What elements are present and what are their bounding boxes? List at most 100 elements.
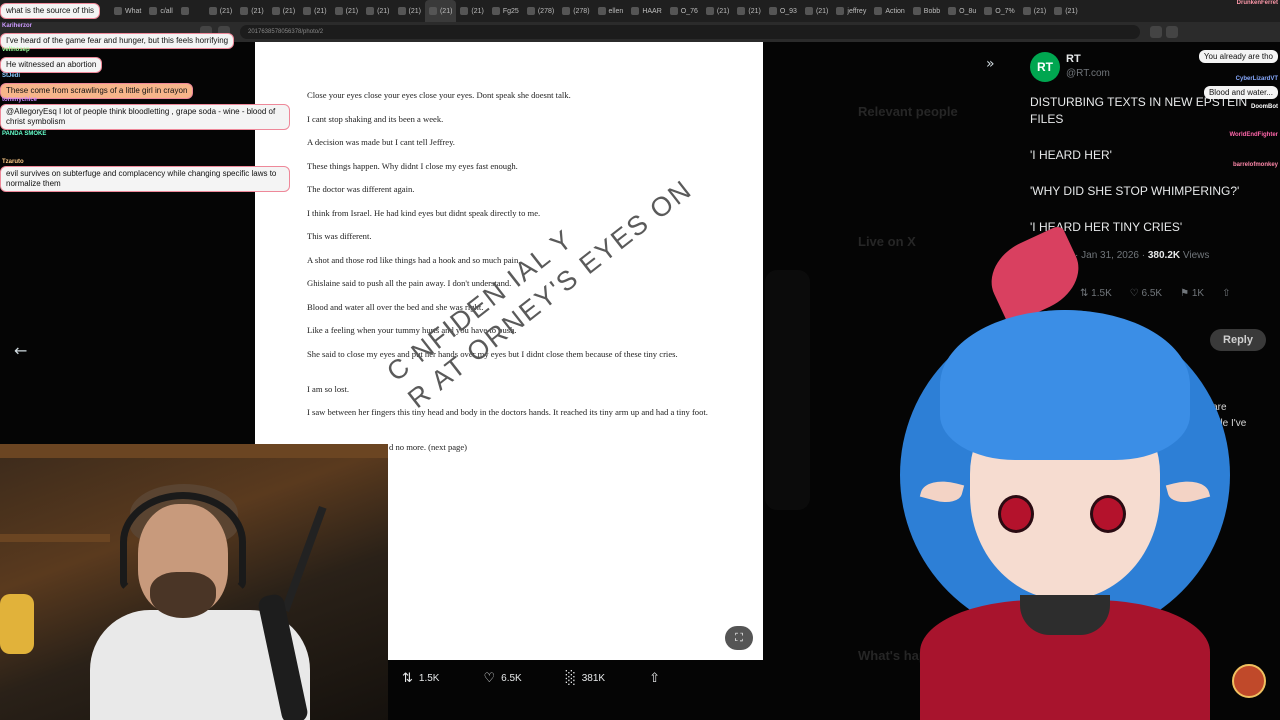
browser-tab[interactable]: (278) (558, 0, 593, 22)
chat-message-text: evil survives on subterfuge and complace… (0, 166, 290, 192)
chat-message: DoomBot (1251, 104, 1278, 110)
tab-label: O_93 (779, 7, 797, 15)
tab-favicon-icon (397, 7, 406, 15)
tab-favicon-icon (669, 7, 678, 15)
vtuber-bangs (940, 310, 1190, 460)
chat-username: Kariherzor (2, 23, 33, 29)
chat-username: CyberLizardVT (1235, 76, 1278, 82)
browser-tab[interactable]: (21) (702, 0, 733, 22)
browser-tab[interactable]: (21) (394, 0, 425, 22)
like-button[interactable]: ♡ 6.5K (483, 671, 521, 686)
chat-username: PANDA SMOKE (2, 131, 47, 137)
browser-tab[interactable]: HAAR (627, 0, 665, 22)
chat-message: You already are tho (1198, 46, 1278, 64)
tab-label: Bobb (923, 7, 941, 15)
chat-message-text: You already are tho (1198, 50, 1278, 63)
tab-label: (21) (471, 7, 484, 15)
share-button[interactable]: ⇧ (649, 671, 660, 686)
document-line: Close your eyes close your eyes close yo… (307, 90, 571, 100)
browser-tab[interactable]: Fg25 (488, 0, 523, 22)
tab-favicon-icon (1022, 7, 1031, 15)
tab-label: jeffrey (847, 7, 867, 15)
browser-tab[interactable]: (21) (424, 0, 457, 22)
avatar[interactable]: RT (1030, 52, 1060, 82)
tab-label: (21) (439, 7, 453, 15)
chat-username: WorldEndFighter (1229, 132, 1278, 138)
tab-label: (21) (377, 7, 390, 15)
tab-favicon-icon (460, 7, 469, 15)
browser-tab[interactable]: (21) (1019, 0, 1050, 22)
author-name[interactable]: RT (1066, 53, 1081, 65)
headphones (120, 492, 246, 592)
browser-tab[interactable]: O_7% (980, 0, 1018, 22)
browser-tab[interactable]: jeffrey (832, 0, 870, 22)
tab-favicon-icon (705, 7, 714, 15)
tab-favicon-icon (491, 7, 500, 15)
tab-label: (278) (573, 7, 590, 15)
browser-tab[interactable]: (21) (1050, 0, 1081, 22)
chat-username: DoomBot (1251, 104, 1278, 110)
chat-username: vellnosep (2, 47, 30, 53)
chat-message: what is the source of this (0, 0, 101, 19)
collapse-panel-icon[interactable]: » (986, 56, 995, 72)
chat-message: DrunkenFerret (1237, 0, 1278, 6)
browser-tab[interactable]: ellen (594, 0, 628, 22)
plush-toy (0, 594, 34, 654)
browser-tab[interactable]: Action (870, 0, 908, 22)
tab-label: O_76 (680, 7, 698, 15)
browser-tab[interactable]: (21) (362, 0, 393, 22)
mic-arm (281, 505, 327, 613)
tab-label: (21) (815, 7, 829, 15)
share-icon: ⇧ (649, 670, 660, 686)
extension-icon[interactable] (1150, 26, 1162, 38)
chat-message-text: what is the source of this (0, 3, 101, 19)
relevant-people-heading: Relevant people (858, 104, 958, 119)
browser-tab[interactable]: (21) (299, 0, 330, 22)
chat-message: StJedi These come from scrawlings of a li… (0, 72, 194, 99)
repost-button[interactable]: ⇅ 1.5K (402, 671, 439, 686)
address-input[interactable]: 2017638578056378/photo/2 (240, 25, 1140, 39)
chat-message: Kariherzor I've heard of the game fear an… (0, 22, 235, 49)
views-button[interactable]: ░ 381K (566, 671, 605, 686)
vtuber-avatar (880, 224, 1250, 720)
small-avatar-badge (1232, 664, 1266, 698)
tab-label: (21) (1033, 7, 1047, 15)
browser-tab[interactable]: O_76 (666, 0, 702, 22)
document-line: I am so lost. (307, 383, 350, 394)
chat-username: tommychice (2, 97, 38, 103)
repost-count: 1.5K (418, 672, 440, 684)
tab-favicon-icon (874, 7, 883, 15)
vtuber-eye (1090, 495, 1126, 533)
tab-label: (21) (408, 7, 421, 15)
back-arrow-icon[interactable]: ← (14, 341, 27, 360)
tab-label: (21) (314, 7, 327, 15)
author-handle[interactable]: @RT.com (1066, 68, 1110, 79)
tab-favicon-icon (948, 7, 957, 15)
expand-image-button[interactable]: ⛶ (725, 626, 753, 650)
chat-message: tommychice @AllegoryEsq I lot of people t… (0, 96, 290, 130)
tab-label: O_7% (995, 7, 1015, 15)
tab-label: (21) (716, 7, 730, 15)
tab-favicon-icon (303, 7, 312, 15)
chat-message-text: He witnessed an abortion (0, 57, 103, 73)
tab-favicon-icon (1054, 7, 1063, 15)
chat-overlay-left: what is the source of this Kariherzor I've… (0, 0, 300, 200)
tab-label: ellen (608, 7, 624, 15)
chat-message: CyberLizardVT Blood and water... (1203, 76, 1278, 100)
tab-favicon-icon (804, 7, 813, 15)
browser-tab[interactable]: (21) (801, 0, 832, 22)
tab-favicon-icon (631, 7, 640, 15)
browser-tab[interactable]: (278) (523, 0, 558, 22)
browser-tab[interactable]: (21) (456, 0, 487, 22)
browser-tab[interactable]: O_93 (765, 0, 801, 22)
browser-tab[interactable]: O_8u (944, 0, 980, 22)
browser-tab[interactable]: Bobb (909, 0, 944, 22)
tab-label: (21) (345, 7, 359, 15)
chat-message: PANDA SMOKE (0, 130, 46, 138)
tab-label: (21) (1065, 7, 1078, 15)
chat-message: vellnosep He witnessed an abortion (0, 46, 103, 73)
browser-tab[interactable]: (21) (331, 0, 362, 22)
tweet-paragraph: 'I HEARD HER TINY CRIES' (1030, 220, 1183, 234)
streamer-webcam (0, 444, 388, 720)
browser-tab[interactable]: (21) (733, 0, 764, 22)
